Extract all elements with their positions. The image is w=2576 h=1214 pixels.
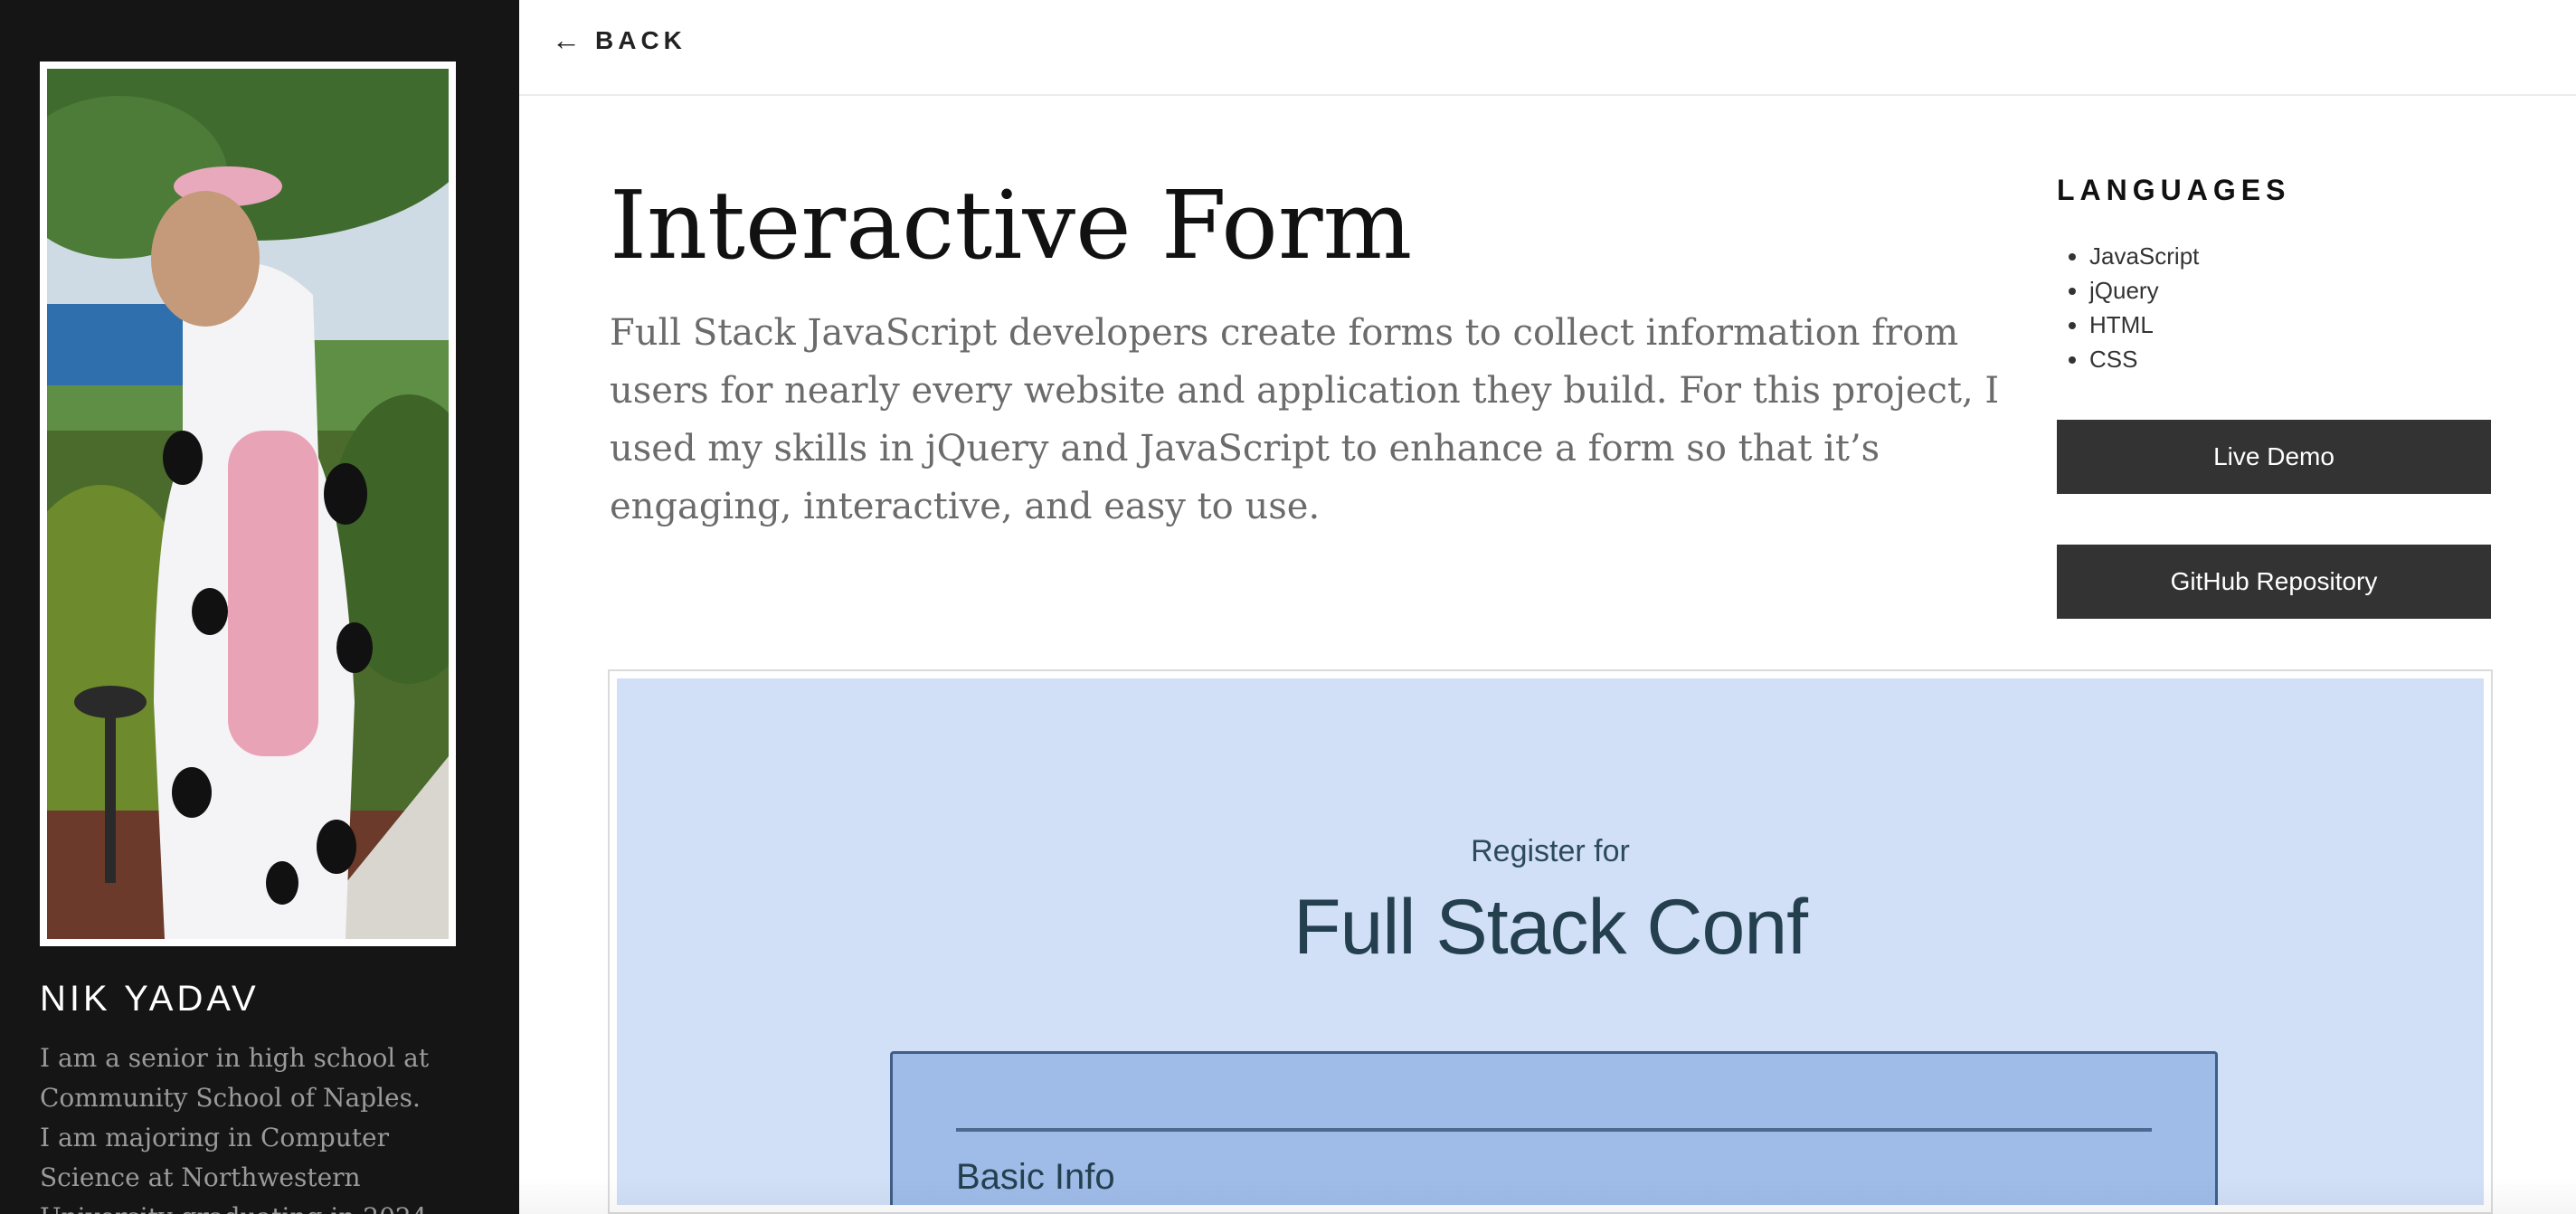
languages-heading: LANGUAGES <box>2057 174 2291 206</box>
project-preview: Register for Full Stack Conf Basic Info <box>617 678 2484 1205</box>
back-link[interactable]: ← BACK <box>552 24 687 57</box>
preview-conf-title: Full Stack Conf <box>1293 884 1808 971</box>
top-bar: ← BACK <box>519 0 2576 96</box>
profile-photo-illustration <box>47 69 449 939</box>
github-repository-button[interactable]: GitHub Repository <box>2057 545 2491 619</box>
languages-list: JavaScript jQuery HTML CSS <box>2057 239 2199 376</box>
project-preview-frame: Register for Full Stack Conf Basic Info <box>608 669 2493 1214</box>
language-item: HTML <box>2089 308 2199 342</box>
live-demo-button[interactable]: Live Demo <box>2057 420 2491 494</box>
project-description: Full Stack JavaScript developers create … <box>610 312 2000 527</box>
preview-form-divider <box>956 1128 2152 1132</box>
preview-form-box: Basic Info <box>890 1051 2218 1205</box>
language-item: jQuery <box>2089 273 2199 308</box>
profile-photo <box>47 69 449 939</box>
project-title: Interactive Form <box>610 170 1413 280</box>
author-bio: I am a senior in high school at Communit… <box>40 1043 435 1214</box>
language-item: CSS <box>2089 342 2199 376</box>
language-item: JavaScript <box>2089 239 2199 273</box>
profile-photo-frame <box>40 62 456 946</box>
preview-register-for: Register for <box>1471 834 1630 868</box>
sidebar: NIK YADAV I am a senior in high school a… <box>0 0 519 1214</box>
back-label: BACK <box>595 25 687 54</box>
preview-section-legend: Basic Info <box>956 1157 1115 1197</box>
arrow-left-icon: ← <box>552 24 581 56</box>
author-name: NIK YADAV <box>40 979 260 1019</box>
